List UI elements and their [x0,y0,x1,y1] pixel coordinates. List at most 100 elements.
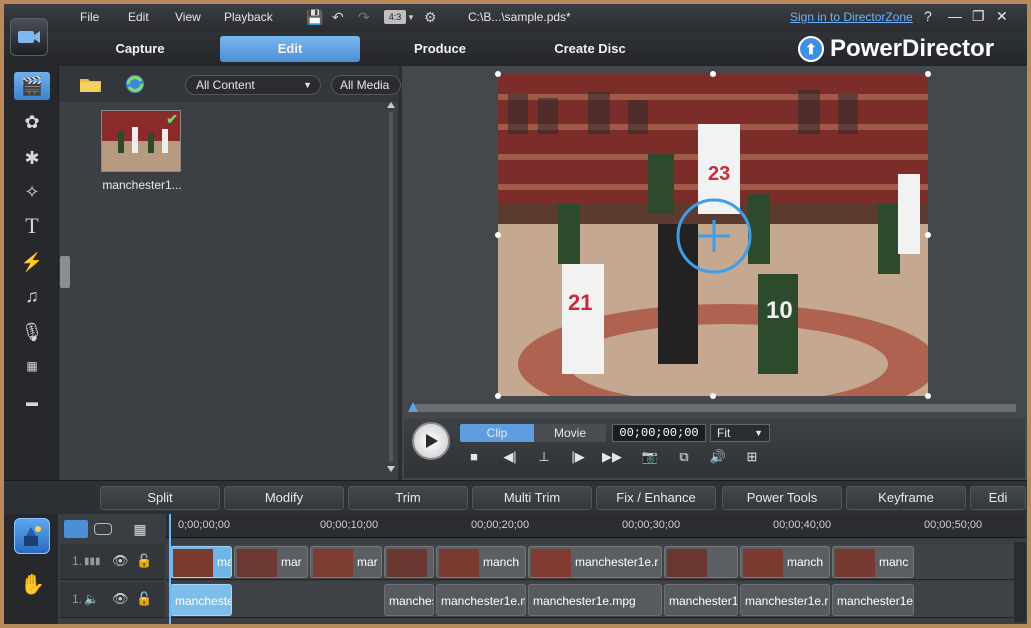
hand-tool-icon[interactable]: ✋ [20,572,45,597]
video-clip[interactable]: mar [234,546,308,578]
tab-movie-mode[interactable]: Movie [534,424,606,442]
resize-handle[interactable] [495,71,501,77]
upgrade-arrow-icon[interactable]: ⬆ [798,36,824,62]
resize-handle[interactable] [925,393,931,399]
tab-produce[interactable]: Produce [370,36,510,62]
undo-icon[interactable]: ↶ [332,9,344,26]
timeline-scrollbar[interactable] [1014,542,1026,622]
magic-wand-icon[interactable] [14,518,50,554]
redo-icon[interactable]: ↷ [358,9,370,26]
video-clip[interactable]: manch [740,546,830,578]
audio-clip[interactable]: mancheste [170,584,232,616]
title-room-icon[interactable]: T [14,212,50,240]
media-filter-dropdown[interactable]: All Media [331,75,401,95]
modify-button[interactable]: Modify [224,486,344,510]
content-filter-dropdown[interactable]: All Content ▼ [185,75,321,95]
audio-clip[interactable]: manchester1e. [832,584,914,616]
resize-handle[interactable] [495,393,501,399]
gear-icon[interactable]: ⚙ [424,9,437,26]
media-room-icon[interactable]: 🎬 [14,72,50,100]
chapter-room-icon[interactable]: ▦ [14,352,50,380]
storyboard-view-icon[interactable] [94,523,112,535]
split-marker-icon[interactable]: ⊥ [534,448,554,466]
fix-enhance-button[interactable]: Fix / Enhance [596,486,716,510]
maximize-icon[interactable]: ❐ [972,8,985,25]
preview-panel: 21 23 10 Clip Movie 00;00;00;00 Fit ▼ ■ … [402,66,1027,480]
previous-frame-icon[interactable]: ◀| [500,448,520,466]
fast-forward-icon[interactable]: ▶▶ [602,448,622,466]
keyframe-button[interactable]: Keyframe [846,486,966,510]
library-scrollbar[interactable] [385,102,397,474]
save-icon[interactable]: 💾 [306,9,323,26]
aspect-ratio-button[interactable]: 4:3 [384,10,406,24]
audio-mixing-icon[interactable]: ♫ [14,282,50,310]
lock-icon[interactable]: 🔓 [136,553,152,569]
next-frame-icon[interactable]: |▶ [568,448,588,466]
timeline-ruler[interactable]: 0;00;00;00 00;00;10;00 00;00;20;00 00;00… [166,514,1026,538]
video-clip[interactable]: manchester1e.r [528,546,662,578]
tab-create-disc[interactable]: Create Disc [520,36,660,62]
download-content-icon[interactable] [123,74,147,94]
voice-over-icon[interactable]: 🎙 [14,318,50,346]
audio-clip[interactable]: manchester1 [664,584,738,616]
zoom-dropdown[interactable]: Fit ▼ [710,424,770,442]
multi-trim-button[interactable]: Multi Trim [472,486,592,510]
resize-handle[interactable] [925,232,931,238]
subtitle-room-icon[interactable]: ▬ [14,388,50,416]
seek-thumb[interactable] [408,402,418,412]
video-clip[interactable]: ma [170,546,232,578]
track-manager-icon[interactable]: ▦ [128,520,152,538]
help-button[interactable]: ? [924,8,932,24]
video-clip[interactable]: manch [436,546,526,578]
video-clip[interactable] [664,546,738,578]
menu-playback[interactable]: Playback [224,10,273,24]
undock-preview-icon[interactable]: ⊞ [742,448,762,466]
minimize-icon[interactable]: — [948,8,962,24]
function-toolbar: Split Modify Trim Multi Trim Fix / Enhan… [4,480,1027,514]
audio-clip[interactable]: manchester1e.mpg [528,584,662,616]
video-clip[interactable]: mar [310,546,382,578]
volume-icon[interactable]: 🔊 [708,448,728,466]
stop-icon[interactable]: ■ [464,448,484,466]
effect-room-icon[interactable]: ✿ [14,108,50,136]
preview-video[interactable]: 21 23 10 [498,74,928,396]
trim-button[interactable]: Trim [348,486,468,510]
menu-edit[interactable]: Edit [128,10,149,24]
chevron-down-icon[interactable]: ▼ [407,13,415,22]
video-clip[interactable] [384,546,434,578]
pip-objects-icon[interactable]: ✱ [14,144,50,172]
split-button[interactable]: Split [100,486,220,510]
resize-handle[interactable] [925,71,931,77]
timeline-view-icon[interactable] [64,520,88,538]
timecode-display[interactable]: 00;00;00;00 [612,424,706,442]
seek-bar[interactable] [412,404,1016,412]
tab-clip-mode[interactable]: Clip [460,424,534,442]
close-icon[interactable]: ✕ [996,8,1008,25]
media-thumbnail[interactable]: ✔ [101,110,181,172]
resize-handle[interactable] [495,232,501,238]
audio-clip[interactable]: manchester1e.r [740,584,830,616]
power-tools-button[interactable]: Power Tools [722,486,842,510]
audio-clip[interactable]: manchester1e.m [436,584,526,616]
import-folder-icon[interactable] [79,74,103,94]
signin-link[interactable]: Sign in to DirectorZone [790,10,913,24]
lock-icon[interactable]: 🔓 [136,591,152,607]
visibility-eye-icon[interactable]: 👁 [112,553,129,569]
collapse-panel-handle[interactable] [60,256,70,288]
menu-file[interactable]: File [80,10,99,24]
snapshot-camera-icon[interactable]: 📷 [640,448,660,466]
timeline-playhead[interactable] [169,514,171,624]
resize-handle[interactable] [710,71,716,77]
transition-room-icon[interactable]: ⚡ [14,248,50,276]
menu-view[interactable]: View [175,10,201,24]
play-button[interactable] [412,422,450,460]
audio-clip[interactable]: manches [384,584,434,616]
tab-capture[interactable]: Capture [70,36,210,62]
video-clip[interactable]: manc [832,546,914,578]
resize-handle[interactable] [710,393,716,399]
visibility-eye-icon[interactable]: 👁 [112,591,129,607]
more-functions-button[interactable]: Edi [970,486,1026,510]
particle-room-icon[interactable]: ✧ [14,178,50,206]
display-output-icon[interactable]: ⧉ [674,448,694,466]
tab-edit[interactable]: Edit [220,36,360,62]
